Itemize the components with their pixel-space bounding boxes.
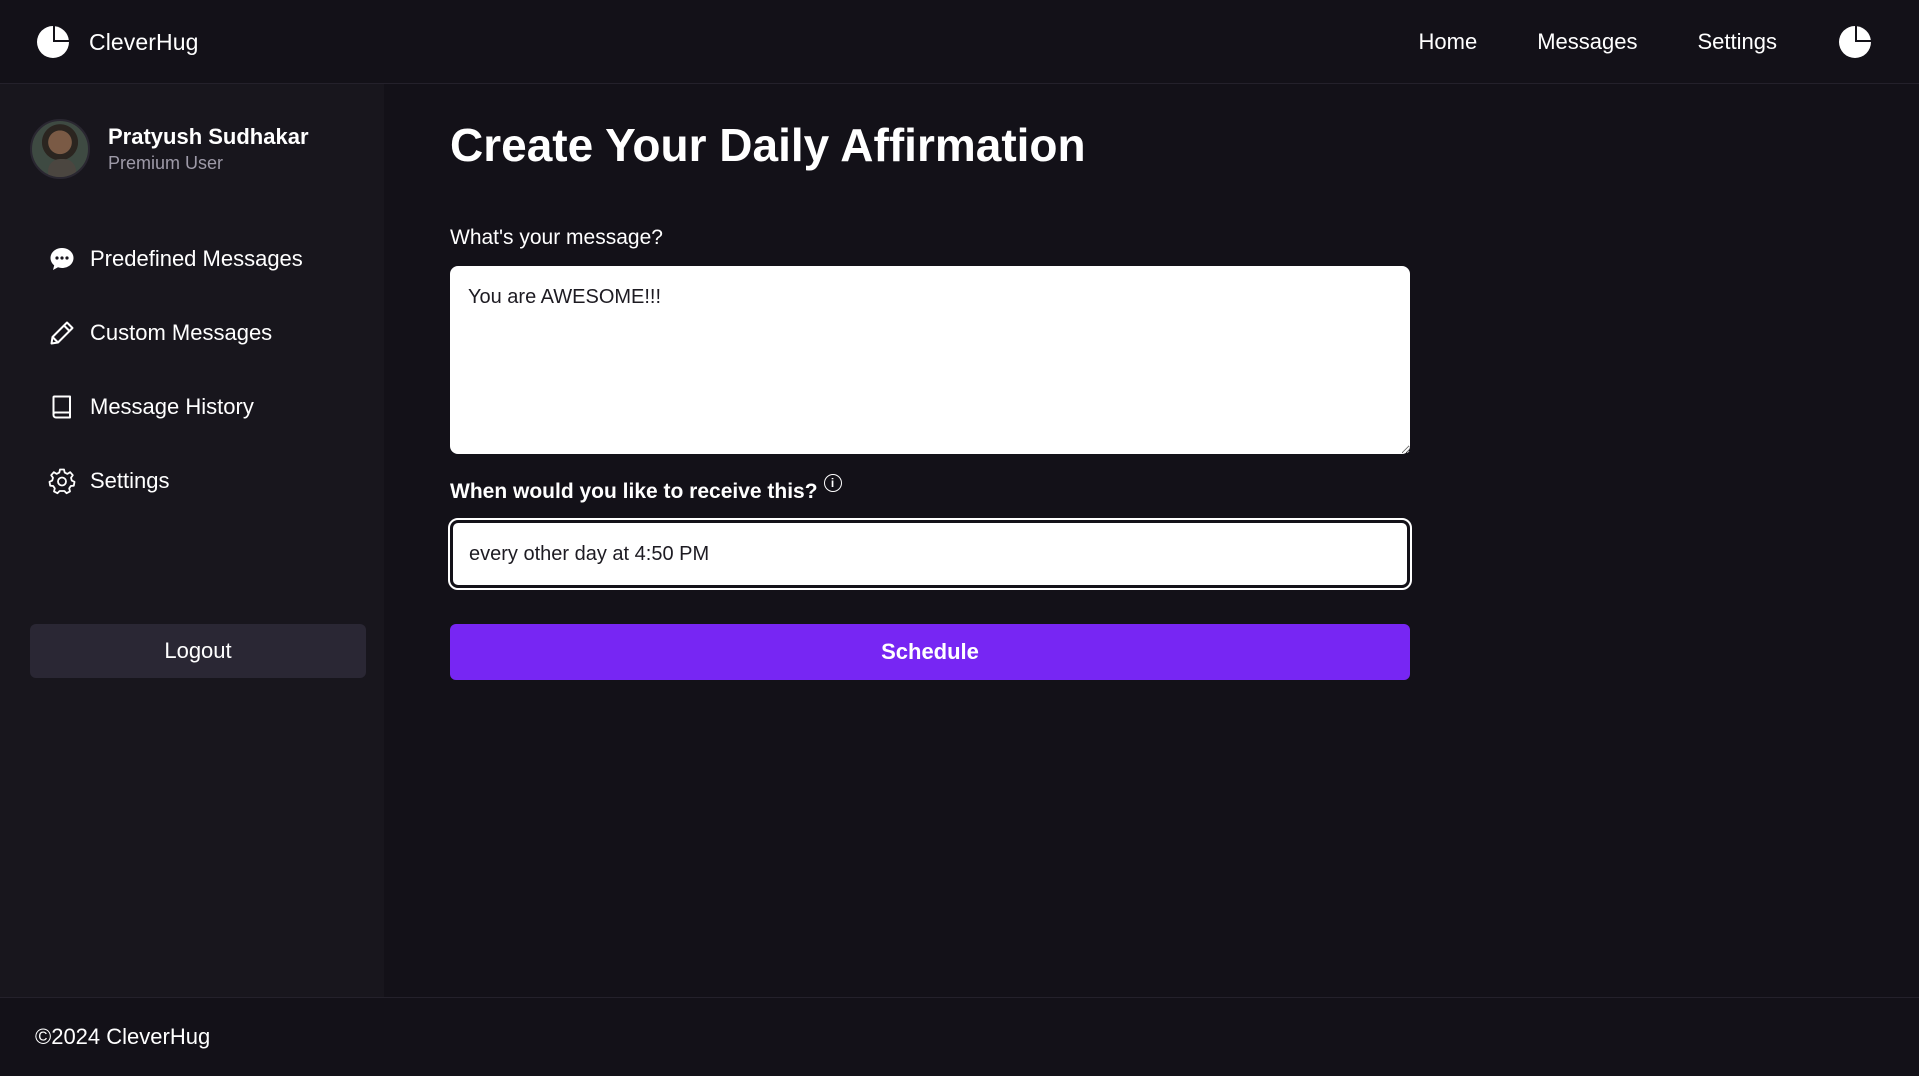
user-profile: Pratyush Sudhakar Premium User xyxy=(30,119,309,179)
info-icon[interactable]: i xyxy=(823,474,842,492)
chat-bubble-icon xyxy=(50,248,74,270)
footer: ©2024 CleverHug xyxy=(0,997,1919,1076)
avatar xyxy=(30,119,90,179)
nav-settings-link[interactable]: Settings xyxy=(1698,29,1778,55)
gear-icon xyxy=(48,468,76,495)
brand-name: CleverHug xyxy=(89,28,199,55)
profile-text: Pratyush Sudhakar Premium User xyxy=(108,123,309,175)
footer-copyright: ©2024 CleverHug xyxy=(35,1024,211,1049)
page-title: Create Your Daily Affirmation xyxy=(450,119,1086,171)
sidebar-item-message-history[interactable]: Message History xyxy=(48,370,368,444)
top-nav: Home Messages Settings xyxy=(1419,0,1919,84)
sidebar-item-label: Message History xyxy=(90,394,254,419)
nav-home-link[interactable]: Home xyxy=(1419,29,1478,55)
book-icon xyxy=(52,395,71,419)
message-label: What's your message? xyxy=(450,226,663,249)
sidebar-item-settings[interactable]: Settings xyxy=(48,444,368,518)
sidebar-item-label: Custom Messages xyxy=(90,320,273,345)
logout-button[interactable]: Logout xyxy=(30,624,366,678)
pencil-icon xyxy=(50,321,74,345)
message-textarea[interactable]: You are AWESOME!!! xyxy=(450,266,1410,454)
sidebar-item-label: Settings xyxy=(90,468,170,493)
sidebar-menu: Predefined Messages Custom Messages Mess… xyxy=(48,222,368,518)
nav-messages-link[interactable]: Messages xyxy=(1537,29,1637,55)
schedule-label-row: When would you like to receive this? i xyxy=(450,474,842,504)
sidebar-item-label: Predefined Messages xyxy=(90,246,303,271)
brand[interactable]: CleverHug xyxy=(35,22,199,62)
sidebar-item-custom-messages[interactable]: Custom Messages xyxy=(48,296,368,370)
schedule-button[interactable]: Schedule xyxy=(450,624,1410,680)
sidebar-item-predefined-messages[interactable]: Predefined Messages xyxy=(48,222,368,296)
top-navbar: CleverHug Home Messages Settings xyxy=(0,0,1919,84)
profile-name: Pratyush Sudhakar xyxy=(108,124,309,149)
cleverhug-logo-icon[interactable] xyxy=(1837,24,1873,60)
schedule-input[interactable] xyxy=(448,518,1412,590)
schedule-label: When would you like to receive this? xyxy=(450,480,818,503)
sidebar: Pratyush Sudhakar Premium User Predefine… xyxy=(0,84,384,997)
profile-role: Premium User xyxy=(108,153,224,173)
cleverhug-logo-icon xyxy=(37,26,69,58)
